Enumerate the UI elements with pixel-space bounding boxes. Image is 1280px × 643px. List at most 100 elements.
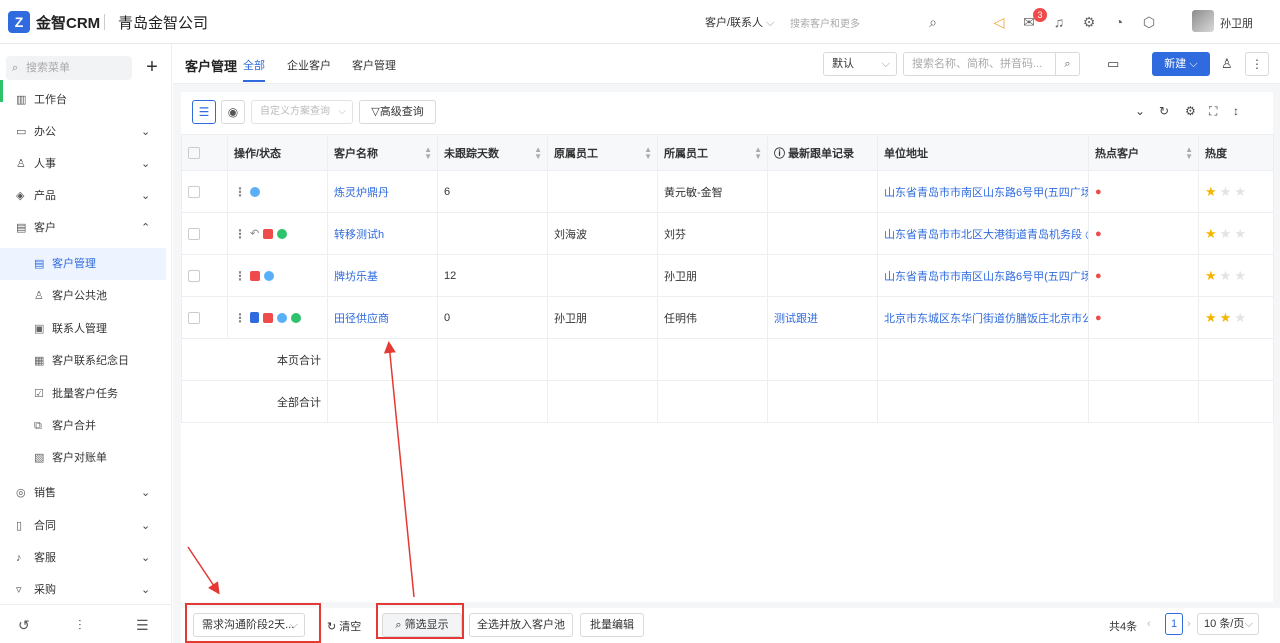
sidebar-item-contract[interactable]: ▯ 合同 ⌄	[0, 510, 170, 542]
more-icon[interactable]: ⋮	[234, 227, 246, 241]
customer-name-link[interactable]: 田径供应商	[327, 296, 438, 339]
search-icon[interactable]: ⌕	[924, 13, 942, 31]
star-icon[interactable]: ★	[1205, 310, 1217, 325]
map-view-icon[interactable]: ◉	[221, 100, 245, 124]
customer-name-link[interactable]: 转移测试h	[327, 212, 438, 255]
column-header[interactable]: 所属员工 ▲ ▼	[657, 134, 768, 171]
sidebar-item-customer[interactable]: ▤ 客户 ⌃	[0, 212, 170, 244]
sidebar-subitem-anniversary[interactable]: ▦ 客户联系纪念日	[0, 345, 166, 377]
settings-sliders-icon[interactable]: ⫶	[78, 617, 82, 634]
customer-search-input[interactable]: 搜索名称、简称、拼音码... ⌕	[903, 52, 1080, 76]
bell-icon[interactable]: ♫	[1050, 13, 1068, 31]
table-row[interactable]: ⋮ 炼灵炉鼎丹 6 黄元敏-金智 山东省青岛市市南区山东路6号甲(五四广场地 ●…	[181, 170, 1274, 213]
address-link[interactable]: 山东省青岛市市北区大港街道青岛机务段 ◎	[877, 212, 1089, 255]
more-icon[interactable]: ⋮	[1245, 52, 1269, 76]
avatar[interactable]	[1192, 10, 1214, 32]
column-header[interactable]: 原属员工 ▲ ▼	[547, 134, 658, 171]
laptop-icon[interactable]: ▭	[1107, 56, 1119, 72]
next-page-icon[interactable]: ›	[1187, 618, 1191, 630]
sort-icon[interactable]: ▲ ▼	[1185, 146, 1193, 161]
cube-icon[interactable]: ⬡	[1140, 13, 1158, 31]
sidebar-subitem-statement[interactable]: ▧ 客户对账单	[0, 442, 166, 474]
customer-name-link[interactable]: 炼灵炉鼎丹	[327, 170, 438, 213]
heat-rating[interactable]: ★ ★ ★	[1198, 212, 1274, 255]
sidebar-item-office[interactable]: ▭ 办公 ⌄	[0, 116, 170, 148]
global-search-input[interactable]: 搜索客户和更多	[790, 15, 860, 30]
tab-all[interactable]: 全部	[243, 57, 265, 73]
table-row[interactable]: ⋮ 田径供应商 0 孙卫朋 任明伟 测试跟进 北京市东城区东华门街道仿膳饭庄北京…	[181, 296, 1274, 339]
customer-name-link[interactable]: 牌坊乐基	[327, 254, 438, 297]
select-all-to-pool-button[interactable]: 全选并放入客户池	[469, 613, 573, 637]
collapse-menu-icon[interactable]: ☰	[136, 617, 149, 634]
search-icon[interactable]: ⌕	[1055, 53, 1079, 75]
expand-icon[interactable]: ⌄	[1135, 104, 1145, 118]
gear-icon[interactable]: ⚙	[1185, 104, 1196, 118]
star-icon[interactable]: ★	[1234, 184, 1246, 199]
latest-record-link[interactable]	[767, 254, 878, 297]
custom-scheme-select[interactable]: 自定义方案查询 ⌵	[251, 100, 353, 124]
star-icon[interactable]: ★	[1234, 268, 1246, 283]
star-icon[interactable]: ★	[1220, 268, 1232, 283]
add-button[interactable]: +	[140, 56, 164, 80]
page-size-select[interactable]: 10 条/页 ⌵	[1197, 613, 1259, 635]
sidebar-item-sales[interactable]: ◎ 销售 ⌄	[0, 477, 170, 509]
more-icon[interactable]: ⋮	[234, 185, 246, 199]
refresh-icon[interactable]: ↻	[1159, 104, 1169, 118]
more-icon[interactable]: ⋮	[234, 311, 246, 325]
address-link[interactable]: 山东省青岛市市南区山东路6号甲(五四广场地	[877, 170, 1089, 213]
user-icon[interactable]: ♙	[1221, 56, 1233, 72]
row-checkbox[interactable]	[181, 296, 228, 339]
speaker-icon[interactable]: ◁	[990, 13, 1008, 31]
sidebar-item-product[interactable]: ◈ 产品 ⌄	[0, 180, 170, 212]
menu-search-input[interactable]: ⌕ 搜索菜单	[6, 56, 132, 80]
sort-select[interactable]: 默认 ⌵	[823, 52, 897, 76]
location-pin-icon[interactable]: ◎	[1085, 229, 1087, 241]
heat-rating[interactable]: ★ ★ ★	[1198, 296, 1274, 339]
tab-customer-management[interactable]: 客户管理	[352, 57, 396, 73]
username[interactable]: 孙卫朋	[1220, 15, 1253, 31]
sidebar-item-hr[interactable]: ♙ 人事 ⌄	[0, 148, 170, 180]
sort-icon[interactable]: ▲ ▼	[644, 146, 652, 161]
tab-enterprise[interactable]: 企业客户	[287, 57, 331, 73]
sidebar-item-workbench[interactable]: ▥ 工作台	[0, 84, 170, 116]
sidebar-subitem-batch-tasks[interactable]: ☑ 批量客户任务	[0, 378, 166, 410]
latest-record-link[interactable]	[767, 212, 878, 255]
sidebar-subitem-merge[interactable]: ⧉ 客户合并	[0, 410, 166, 442]
current-page[interactable]: 1	[1165, 613, 1183, 635]
sidebar-subitem-customer-management[interactable]: ▤ 客户管理	[0, 248, 166, 280]
sort-icon[interactable]: ▲ ▼	[754, 146, 762, 161]
column-header[interactable]: 热点客户 ▲ ▼	[1088, 134, 1199, 171]
gear-icon[interactable]: ⚙	[1080, 13, 1098, 31]
latest-record-link[interactable]	[767, 170, 878, 213]
sidebar-item-purchase[interactable]: ▿ 采购 ⌄	[0, 574, 170, 606]
star-icon[interactable]: ★	[1220, 226, 1232, 241]
column-header[interactable]: 客户名称 ▲ ▼	[327, 134, 438, 171]
search-type-select[interactable]: 客户/联系人 ⌵	[705, 14, 774, 30]
address-link[interactable]: 山东省青岛市市南区山东路6号甲(五四广场地	[877, 254, 1089, 297]
table-row[interactable]: ⋮ 牌坊乐基 12 孙卫朋 山东省青岛市市南区山东路6号甲(五四广场地 ● ★ ★…	[181, 254, 1274, 297]
heat-rating[interactable]: ★ ★ ★	[1198, 170, 1274, 213]
new-button[interactable]: 新建 ⌵	[1152, 52, 1210, 76]
select-all-checkbox[interactable]	[181, 134, 228, 171]
column-header[interactable]: 未跟踪天数 ▲ ▼	[437, 134, 548, 171]
sidebar-subitem-contacts[interactable]: ▣ 联系人管理	[0, 313, 166, 345]
row-checkbox[interactable]	[181, 254, 228, 297]
fullscreen-icon[interactable]: ⛶	[1209, 104, 1217, 119]
star-icon[interactable]: ★	[1205, 226, 1217, 241]
prev-page-icon[interactable]: ‹	[1147, 618, 1151, 630]
heat-rating[interactable]: ★ ★ ★	[1198, 254, 1274, 297]
sort-icon[interactable]: ▲ ▼	[424, 146, 432, 161]
list-view-icon[interactable]: ☰	[192, 100, 216, 124]
star-icon[interactable]: ★	[1234, 226, 1246, 241]
sidebar-subitem-customer-pool[interactable]: ♙ 客户公共池	[0, 280, 166, 312]
star-icon[interactable]: ★	[1220, 310, 1232, 325]
star-icon[interactable]: ★	[1205, 184, 1217, 199]
address-link[interactable]: 北京市东城区东华门街道仿膳饭庄北京市公安	[877, 296, 1089, 339]
clear-button[interactable]: ↻ 清空	[327, 618, 361, 634]
row-height-icon[interactable]: ↕	[1233, 104, 1239, 118]
table-row[interactable]: ⋮↶ 转移测试h 刘海波 刘芬 山东省青岛市市北区大港街道青岛机务段 ◎ ● ★…	[181, 212, 1274, 255]
latest-record-link[interactable]: 测试跟进	[767, 296, 878, 339]
batch-edit-button[interactable]: 批量编辑	[580, 613, 644, 637]
sidebar-item-service[interactable]: ♪ 客服 ⌄	[0, 542, 170, 574]
more-icon[interactable]: ⋮	[234, 269, 246, 283]
